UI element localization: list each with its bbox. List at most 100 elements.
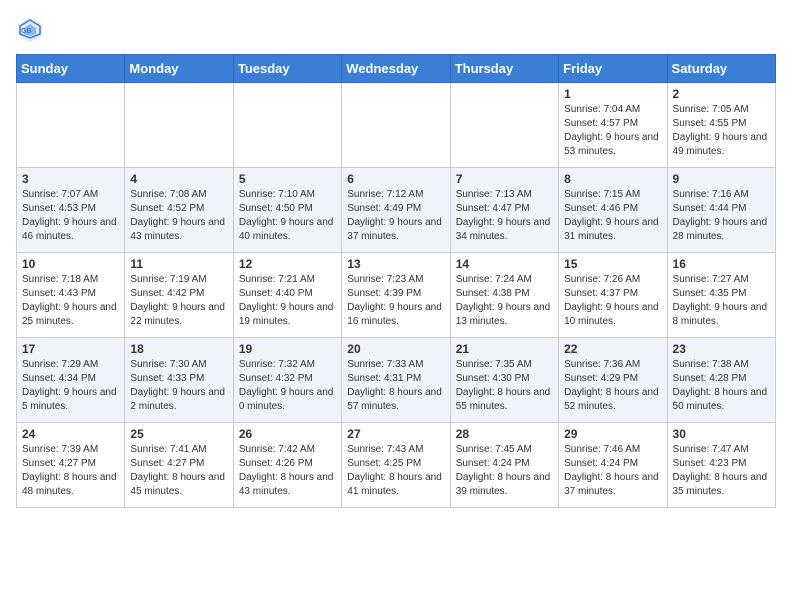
day-info: Sunrise: 7:38 AM Sunset: 4:28 PM Dayligh… bbox=[673, 358, 770, 414]
day-number: 2 bbox=[673, 87, 770, 101]
day-number: 17 bbox=[22, 342, 119, 356]
day-number: 30 bbox=[673, 427, 770, 441]
day-cell: 29 Sunrise: 7:46 AM Sunset: 4:24 PM Dayli… bbox=[559, 423, 667, 508]
day-cell: 9 Sunrise: 7:16 AM Sunset: 4:44 PM Daylig… bbox=[667, 168, 775, 253]
day-cell bbox=[233, 83, 341, 168]
day-cell: 18 Sunrise: 7:30 AM Sunset: 4:33 PM Dayli… bbox=[125, 338, 233, 423]
day-number: 24 bbox=[22, 427, 119, 441]
week-row-4: 24 Sunrise: 7:39 AM Sunset: 4:27 PM Dayli… bbox=[17, 423, 776, 508]
day-cell: 26 Sunrise: 7:42 AM Sunset: 4:26 PM Dayli… bbox=[233, 423, 341, 508]
page-header: GB bbox=[16, 16, 776, 44]
day-number: 26 bbox=[239, 427, 336, 441]
day-cell bbox=[17, 83, 125, 168]
day-info: Sunrise: 7:32 AM Sunset: 4:32 PM Dayligh… bbox=[239, 358, 336, 414]
weekday-header-thursday: Thursday bbox=[450, 55, 558, 83]
day-info: Sunrise: 7:05 AM Sunset: 4:55 PM Dayligh… bbox=[673, 103, 770, 159]
day-info: Sunrise: 7:24 AM Sunset: 4:38 PM Dayligh… bbox=[456, 273, 553, 329]
day-info: Sunrise: 7:46 AM Sunset: 4:24 PM Dayligh… bbox=[564, 443, 661, 499]
day-cell: 15 Sunrise: 7:26 AM Sunset: 4:37 PM Dayli… bbox=[559, 253, 667, 338]
day-info: Sunrise: 7:27 AM Sunset: 4:35 PM Dayligh… bbox=[673, 273, 770, 329]
day-info: Sunrise: 7:35 AM Sunset: 4:30 PM Dayligh… bbox=[456, 358, 553, 414]
day-info: Sunrise: 7:16 AM Sunset: 4:44 PM Dayligh… bbox=[673, 188, 770, 244]
day-cell: 24 Sunrise: 7:39 AM Sunset: 4:27 PM Dayli… bbox=[17, 423, 125, 508]
day-cell: 8 Sunrise: 7:15 AM Sunset: 4:46 PM Daylig… bbox=[559, 168, 667, 253]
day-number: 21 bbox=[456, 342, 553, 356]
day-info: Sunrise: 7:07 AM Sunset: 4:53 PM Dayligh… bbox=[22, 188, 119, 244]
day-cell: 14Sunrise: 7:24 AM Sunset: 4:38 PM Dayli… bbox=[450, 253, 558, 338]
day-number: 15 bbox=[564, 257, 661, 271]
day-number: 10 bbox=[22, 257, 119, 271]
day-info: Sunrise: 7:42 AM Sunset: 4:26 PM Dayligh… bbox=[239, 443, 336, 499]
day-info: Sunrise: 7:23 AM Sunset: 4:39 PM Dayligh… bbox=[347, 273, 444, 329]
week-row-2: 10Sunrise: 7:18 AM Sunset: 4:43 PM Dayli… bbox=[17, 253, 776, 338]
day-cell: 7Sunrise: 7:13 AM Sunset: 4:47 PM Daylig… bbox=[450, 168, 558, 253]
day-cell: 25Sunrise: 7:41 AM Sunset: 4:27 PM Dayli… bbox=[125, 423, 233, 508]
day-info: Sunrise: 7:15 AM Sunset: 4:46 PM Dayligh… bbox=[564, 188, 661, 244]
day-info: Sunrise: 7:39 AM Sunset: 4:27 PM Dayligh… bbox=[22, 443, 119, 499]
weekday-header-wednesday: Wednesday bbox=[342, 55, 450, 83]
day-number: 23 bbox=[673, 342, 770, 356]
day-number: 28 bbox=[456, 427, 553, 441]
day-info: Sunrise: 7:26 AM Sunset: 4:37 PM Dayligh… bbox=[564, 273, 661, 329]
day-cell bbox=[342, 83, 450, 168]
day-number: 29 bbox=[564, 427, 661, 441]
day-cell: 10Sunrise: 7:18 AM Sunset: 4:43 PM Dayli… bbox=[17, 253, 125, 338]
calendar-table: SundayMondayTuesdayWednesdayThursdayFrid… bbox=[16, 54, 776, 508]
day-info: Sunrise: 7:21 AM Sunset: 4:40 PM Dayligh… bbox=[239, 273, 336, 329]
day-cell: 2 Sunrise: 7:05 AM Sunset: 4:55 PM Daylig… bbox=[667, 83, 775, 168]
day-number: 6 bbox=[347, 172, 444, 186]
day-cell: 19 Sunrise: 7:32 AM Sunset: 4:32 PM Dayli… bbox=[233, 338, 341, 423]
day-cell: 16 Sunrise: 7:27 AM Sunset: 4:35 PM Dayli… bbox=[667, 253, 775, 338]
day-cell: 28Sunrise: 7:45 AM Sunset: 4:24 PM Dayli… bbox=[450, 423, 558, 508]
weekday-header-saturday: Saturday bbox=[667, 55, 775, 83]
weekday-header-row: SundayMondayTuesdayWednesdayThursdayFrid… bbox=[17, 55, 776, 83]
day-cell bbox=[450, 83, 558, 168]
week-row-3: 17 Sunrise: 7:29 AM Sunset: 4:34 PM Dayli… bbox=[17, 338, 776, 423]
day-number: 12 bbox=[239, 257, 336, 271]
day-info: Sunrise: 7:10 AM Sunset: 4:50 PM Dayligh… bbox=[239, 188, 336, 244]
weekday-header-monday: Monday bbox=[125, 55, 233, 83]
day-cell: 4 Sunrise: 7:08 AM Sunset: 4:52 PM Daylig… bbox=[125, 168, 233, 253]
day-number: 11 bbox=[130, 257, 227, 271]
day-number: 13 bbox=[347, 257, 444, 271]
day-number: 27 bbox=[347, 427, 444, 441]
day-cell: 20 Sunrise: 7:33 AM Sunset: 4:31 PM Dayli… bbox=[342, 338, 450, 423]
day-number: 3 bbox=[22, 172, 119, 186]
day-number: 16 bbox=[673, 257, 770, 271]
week-row-0: 1 Sunrise: 7:04 AM Sunset: 4:57 PM Daylig… bbox=[17, 83, 776, 168]
day-number: 22 bbox=[564, 342, 661, 356]
day-cell: 23 Sunrise: 7:38 AM Sunset: 4:28 PM Dayli… bbox=[667, 338, 775, 423]
day-cell: 5Sunrise: 7:10 AM Sunset: 4:50 PM Daylig… bbox=[233, 168, 341, 253]
day-number: 18 bbox=[130, 342, 227, 356]
day-info: Sunrise: 7:30 AM Sunset: 4:33 PM Dayligh… bbox=[130, 358, 227, 414]
day-number: 1 bbox=[564, 87, 661, 101]
day-cell: 13 Sunrise: 7:23 AM Sunset: 4:39 PM Dayli… bbox=[342, 253, 450, 338]
day-number: 7 bbox=[456, 172, 553, 186]
day-number: 8 bbox=[564, 172, 661, 186]
weekday-header-friday: Friday bbox=[559, 55, 667, 83]
day-info: Sunrise: 7:12 AM Sunset: 4:49 PM Dayligh… bbox=[347, 188, 444, 244]
week-row-1: 3 Sunrise: 7:07 AM Sunset: 4:53 PM Daylig… bbox=[17, 168, 776, 253]
day-info: Sunrise: 7:08 AM Sunset: 4:52 PM Dayligh… bbox=[130, 188, 227, 244]
day-cell: 30Sunrise: 7:47 AM Sunset: 4:23 PM Dayli… bbox=[667, 423, 775, 508]
day-info: Sunrise: 7:29 AM Sunset: 4:34 PM Dayligh… bbox=[22, 358, 119, 414]
logo-icon: GB bbox=[16, 16, 44, 44]
day-number: 9 bbox=[673, 172, 770, 186]
day-info: Sunrise: 7:41 AM Sunset: 4:27 PM Dayligh… bbox=[130, 443, 227, 499]
day-cell: 1 Sunrise: 7:04 AM Sunset: 4:57 PM Daylig… bbox=[559, 83, 667, 168]
day-number: 4 bbox=[130, 172, 227, 186]
day-number: 20 bbox=[347, 342, 444, 356]
day-cell: 12 Sunrise: 7:21 AM Sunset: 4:40 PM Dayli… bbox=[233, 253, 341, 338]
day-info: Sunrise: 7:36 AM Sunset: 4:29 PM Dayligh… bbox=[564, 358, 661, 414]
day-cell: 3 Sunrise: 7:07 AM Sunset: 4:53 PM Daylig… bbox=[17, 168, 125, 253]
day-cell: 11Sunrise: 7:19 AM Sunset: 4:42 PM Dayli… bbox=[125, 253, 233, 338]
day-number: 19 bbox=[239, 342, 336, 356]
day-cell: 17 Sunrise: 7:29 AM Sunset: 4:34 PM Dayli… bbox=[17, 338, 125, 423]
day-cell: 22 Sunrise: 7:36 AM Sunset: 4:29 PM Dayli… bbox=[559, 338, 667, 423]
day-cell: 27Sunrise: 7:43 AM Sunset: 4:25 PM Dayli… bbox=[342, 423, 450, 508]
day-info: Sunrise: 7:04 AM Sunset: 4:57 PM Dayligh… bbox=[564, 103, 661, 159]
weekday-header-tuesday: Tuesday bbox=[233, 55, 341, 83]
day-cell: 21 Sunrise: 7:35 AM Sunset: 4:30 PM Dayli… bbox=[450, 338, 558, 423]
svg-text:GB: GB bbox=[21, 28, 32, 35]
day-info: Sunrise: 7:33 AM Sunset: 4:31 PM Dayligh… bbox=[347, 358, 444, 414]
